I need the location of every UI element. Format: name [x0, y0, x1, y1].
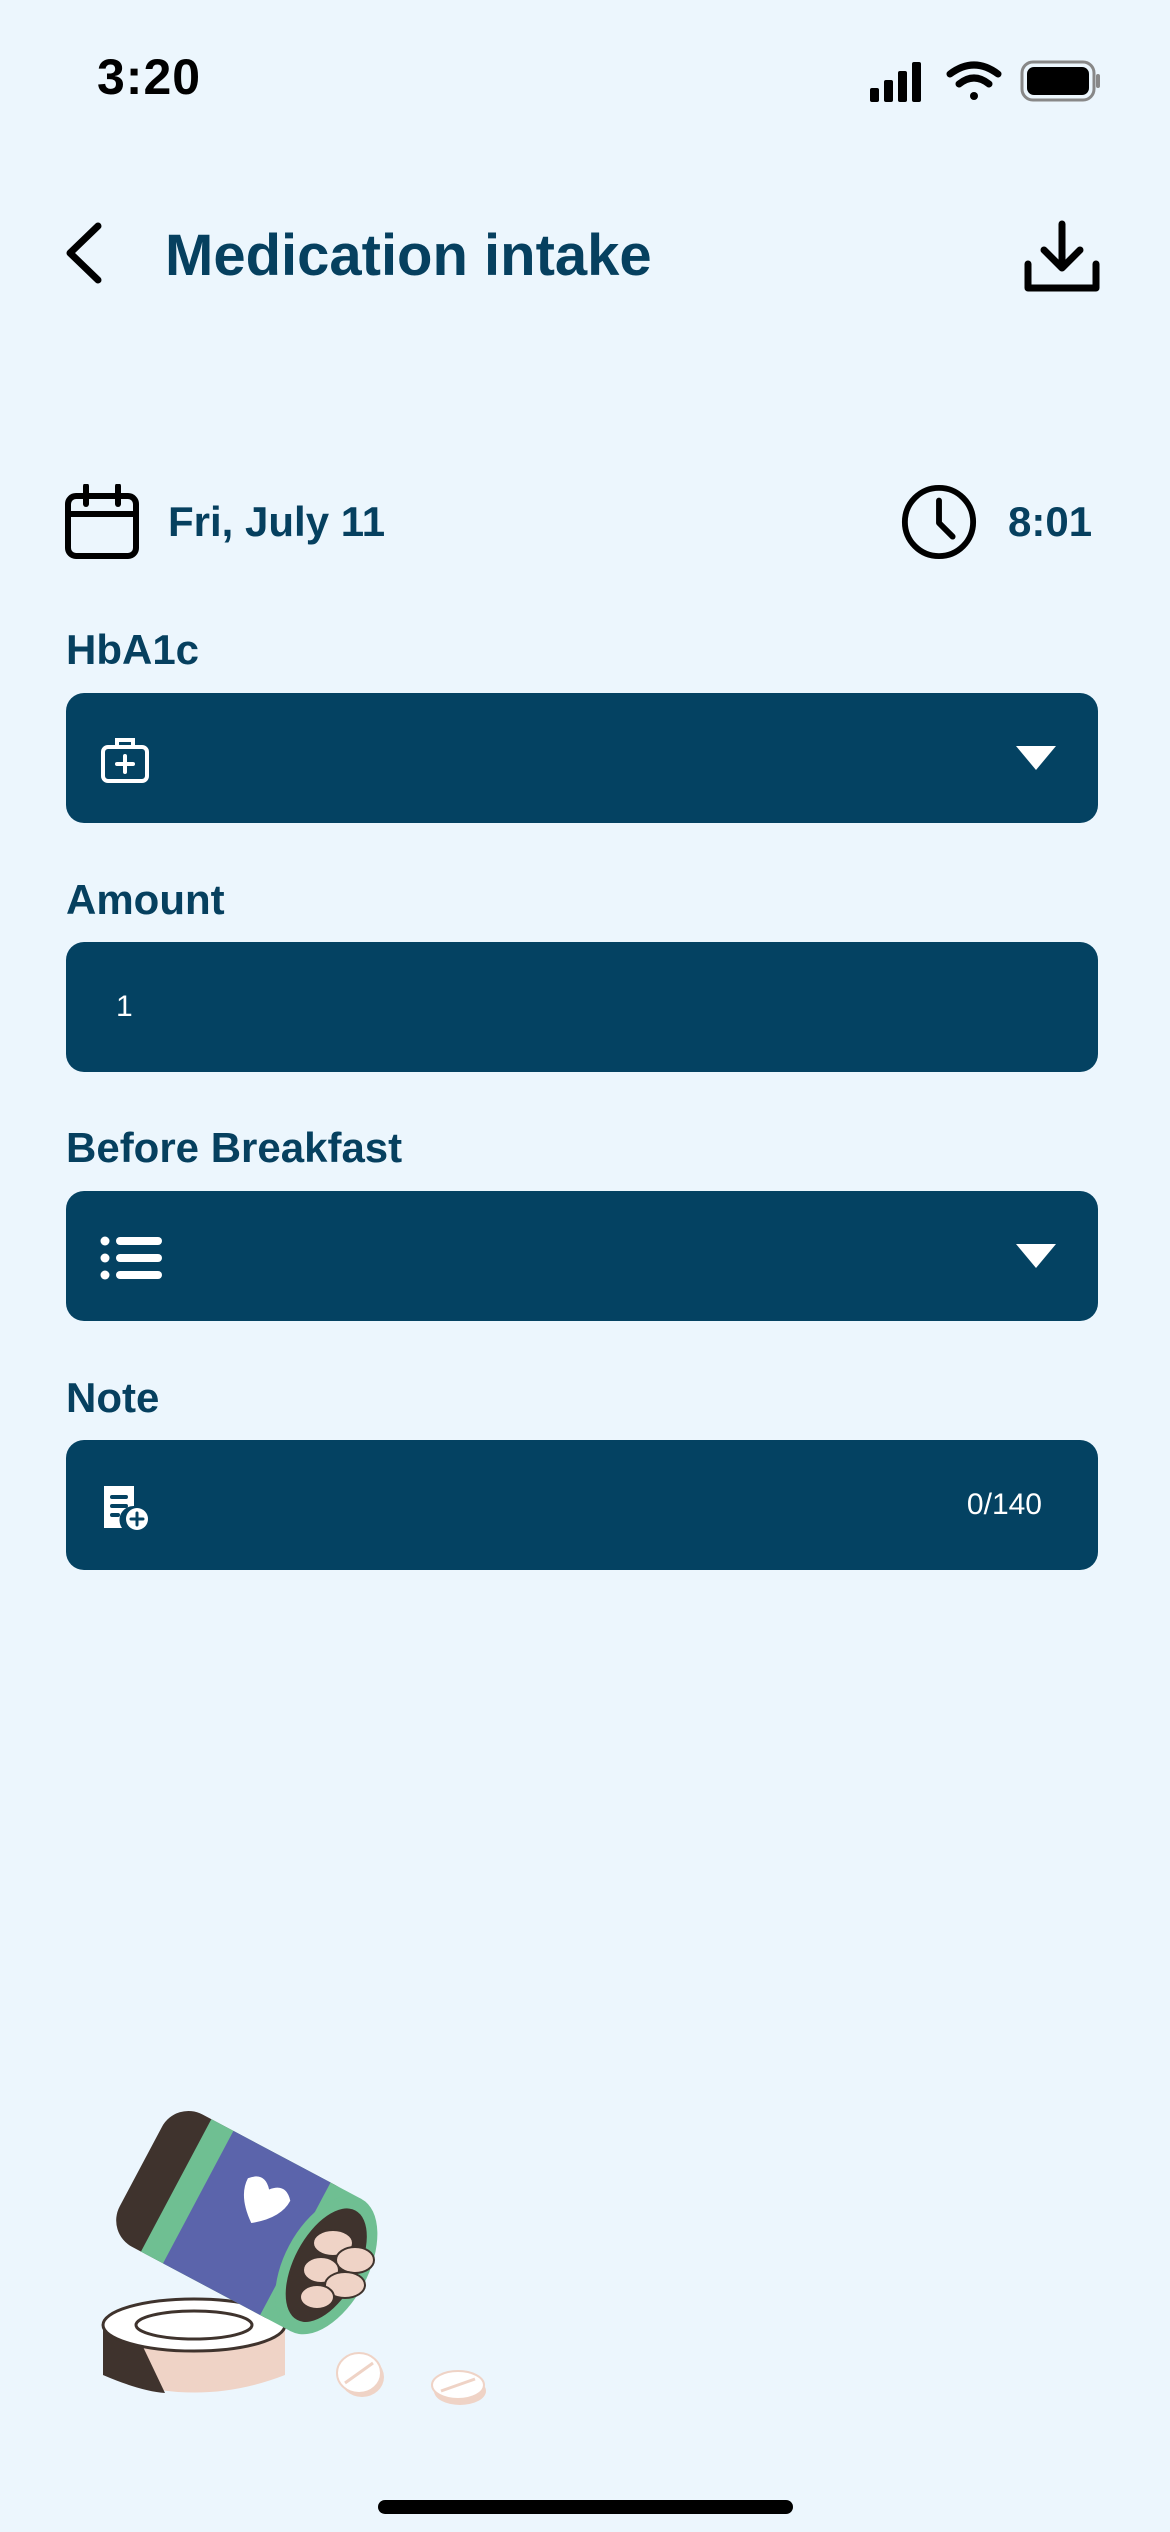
status-icons	[870, 60, 1100, 102]
note-char-counter: 0/140	[966, 1488, 1042, 1521]
wifi-icon	[946, 61, 1002, 100]
home-indicator	[378, 2500, 793, 2514]
cellular-signal-icon	[870, 62, 921, 102]
date-text: Fri, July 11	[168, 498, 386, 545]
note-input[interactable]: 0/140	[66, 1440, 1098, 1570]
amount-label: Amount	[66, 876, 225, 923]
medical-kit-icon	[101, 738, 149, 783]
time-picker[interactable]: 8:01	[900, 480, 1092, 564]
note-add-icon	[104, 1486, 148, 1530]
amount-input[interactable]: 1	[66, 942, 1098, 1072]
back-button[interactable]	[58, 218, 118, 288]
status-time: 3:20	[97, 49, 202, 105]
timing-dropdown[interactable]	[66, 1191, 1098, 1321]
chevron-down-icon	[1016, 1244, 1056, 1268]
note-label: Note	[66, 1374, 160, 1421]
time-text: 8:01	[1008, 498, 1093, 545]
medication-label: HbA1c	[66, 626, 200, 673]
amount-value: 1	[116, 990, 133, 1023]
battery-icon	[1020, 60, 1100, 102]
medication-dropdown[interactable]	[66, 693, 1098, 823]
loose-tablets	[336, 2352, 486, 2405]
download-icon	[1024, 220, 1100, 292]
chevron-down-icon	[1016, 746, 1056, 770]
list-icon	[100, 1236, 162, 1280]
page-title: Medication intake	[165, 223, 652, 288]
timing-label: Before Breakfast	[66, 1124, 403, 1171]
pill-bottle-illustration	[101, 2110, 486, 2405]
clock-icon	[901, 484, 977, 560]
date-picker[interactable]: Fri, July 11	[64, 482, 385, 562]
calendar-icon	[65, 484, 139, 559]
download-button[interactable]	[1022, 218, 1102, 298]
chevron-left-icon	[66, 222, 102, 284]
